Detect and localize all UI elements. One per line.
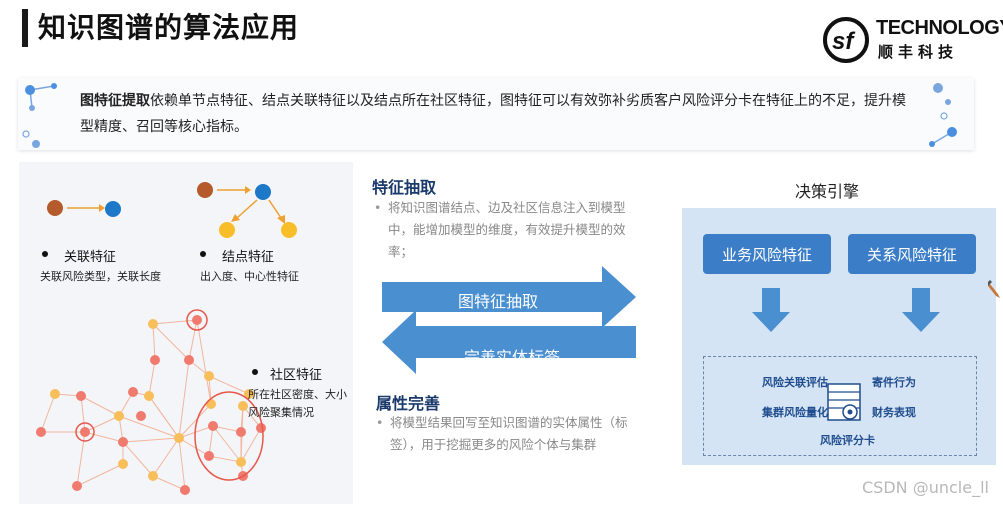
decision-engine-title: 决策引擎	[795, 182, 860, 201]
scorecard-label: 风险评分卡	[820, 434, 875, 447]
arrow-left-label: 完善实体标签	[464, 348, 561, 367]
scorecard-server-icon	[827, 383, 861, 421]
page-title: 知识图谱的算法应用	[38, 11, 300, 44]
svg-text:sf: sf	[832, 28, 855, 55]
down-arrow-right-icon	[902, 288, 940, 332]
community-feature-title: 社区特征	[270, 368, 323, 383]
relation-feature-title: 关联特征	[64, 250, 117, 265]
intro-text: 图特征提取依赖单节点特征、结点关联特征以及结点所在社区特征，图特征可以有效弥补劣…	[80, 88, 910, 140]
intro-body: 依赖单节点特征、结点关联特征以及结点所在社区特征，图特征可以有效弥补劣质客户风险…	[80, 93, 906, 135]
finance-label: 财务表现	[872, 406, 916, 419]
mail-behavior-label: 寄件行为	[872, 376, 916, 389]
watermark: CSDN @uncle_ll	[862, 478, 989, 497]
community-feature-sub2: 风险聚集情况	[248, 406, 314, 419]
logo-text: TECHNOLOGY	[876, 17, 1003, 39]
relation-example-icon	[47, 200, 121, 217]
node-feature-title: 结点特征	[222, 250, 275, 265]
logo-cn: 顺丰科技	[878, 43, 959, 61]
network-nodes	[36, 309, 266, 495]
node-feature-sub: 出入度、中心性特征	[200, 270, 299, 283]
community-feature-sub1: 所在社区密度、大小	[248, 388, 347, 401]
extract-text: • 将知识图谱结点、边及社区信息注入到模型中，能增加模型的维度，有效提升模型的效率…	[374, 197, 640, 263]
down-arrow-left-icon	[752, 288, 790, 332]
relation-risk-feature: 关系风险特征	[848, 234, 976, 274]
complete-title: 属性完善	[376, 394, 441, 413]
relation-feature-sub: 关联风险类型，关联长度	[40, 270, 161, 283]
extract-text-body: 将知识图谱结点、边及社区信息注入到模型中，能增加模型的维度，有效提升模型的效率；	[388, 200, 626, 259]
extract-title: 特征抽取	[372, 178, 437, 197]
complete-text-body: 将模型结果回写至知识图谱的实体属性（标签），用于挖掘更多的风险个体与集群	[390, 415, 628, 452]
intro-bold: 图特征提取	[80, 93, 150, 109]
molecule-left-icon	[22, 83, 57, 148]
molecule-right-icon	[929, 83, 957, 147]
graph-illustration	[36, 182, 297, 495]
sf-logo-icon: sf	[823, 17, 869, 63]
complete-text: • 将模型结果回写至知识图谱的实体属性（标签），用于挖掘更多的风险个体与集群	[376, 412, 640, 456]
business-risk-feature: 业务风险特征	[703, 234, 831, 274]
title-accent-bar	[22, 9, 28, 47]
pencil-icon	[988, 280, 1000, 298]
arrow-right-label: 图特征抽取	[458, 292, 539, 311]
cluster-risk-label: 集群风险量化	[762, 406, 828, 419]
network-edges	[40, 319, 262, 491]
node-example-icon	[197, 182, 297, 238]
risk-assoc-label: 风险关联评估	[762, 376, 828, 389]
